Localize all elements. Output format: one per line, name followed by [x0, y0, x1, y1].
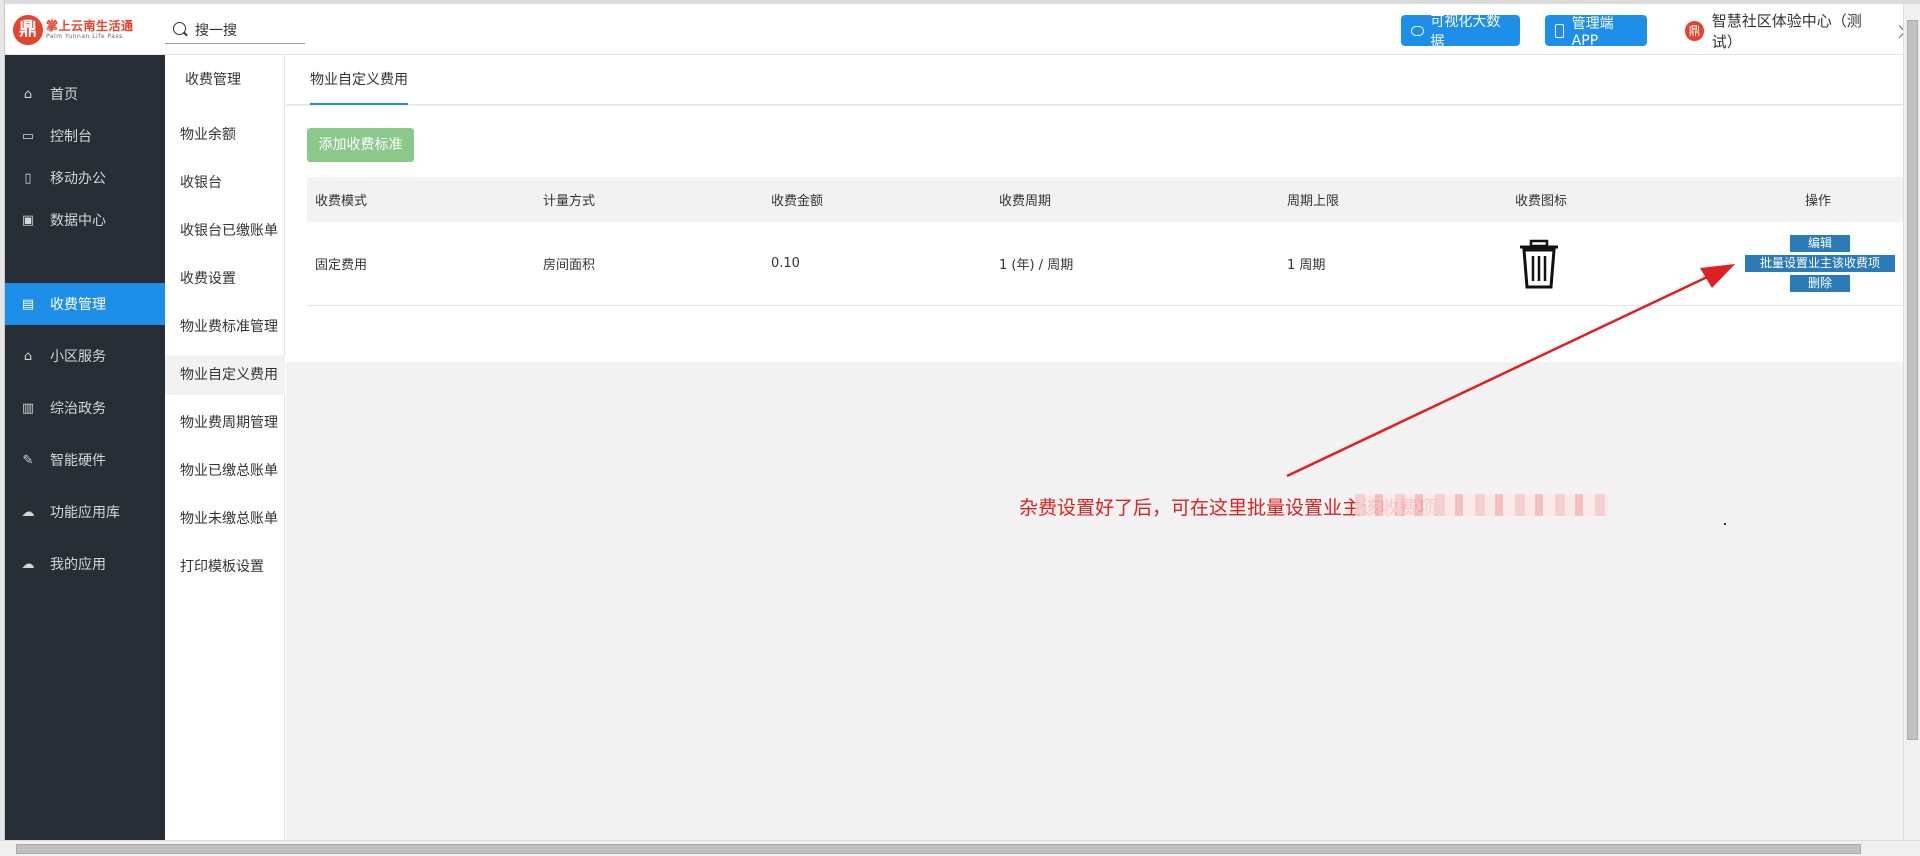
horizontal-scrollbar[interactable]	[0, 840, 1920, 856]
annotation-arrow	[1286, 264, 1735, 478]
vertical-scroll-thumb[interactable]	[1907, 20, 1918, 740]
vertical-scrollbar[interactable]	[1903, 4, 1920, 840]
stray-dot	[1724, 523, 1726, 525]
blurred-text	[1355, 494, 1608, 516]
horizontal-scroll-thumb[interactable]	[16, 844, 1861, 854]
